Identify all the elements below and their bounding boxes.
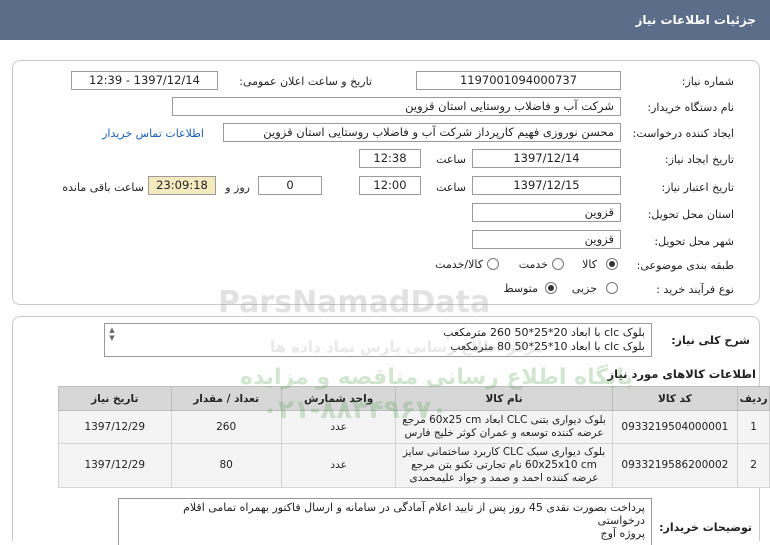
buyer-notes-line-3: پروژه آوج — [600, 527, 645, 540]
items-table: ردیف کد کالا نام کالا واحد شمارش تعداد /… — [58, 386, 770, 488]
days-remaining-field: 0 — [258, 176, 322, 195]
summary-line-2: بلوک clc با ابعاد 10*25*50 80 مترمکعب — [450, 340, 645, 353]
need-number-field: 1197001094000737 — [416, 71, 621, 90]
row-qty: 80 — [170, 443, 282, 488]
col-header-unit: واحد شمارش — [280, 386, 397, 411]
days-and-label: روز و — [225, 181, 250, 194]
items-table-header-row: ردیف کد کالا نام کالا واحد شمارش تعداد /… — [58, 386, 770, 411]
col-header-date: تاریخ نیاز — [58, 386, 172, 411]
col-header-qty: تعداد / مقدار — [170, 386, 282, 411]
announce-datetime-label: تاریخ و ساعت اعلان عمومی: — [239, 75, 372, 88]
city-label: شهر محل تحویل: — [654, 235, 734, 248]
summary-label: شرح کلی نیاز: — [671, 334, 750, 347]
contact-info-link[interactable]: اطلاعات تماس خریدار — [102, 127, 204, 140]
process-label: نوع فرآیند خرید : — [656, 283, 734, 296]
col-header-index: ردیف — [737, 386, 770, 411]
category-goods-radio[interactable] — [606, 258, 618, 270]
process-minor-radio[interactable] — [606, 282, 618, 294]
category-label: طبقه بندی موضوعی: — [636, 259, 734, 272]
validity-date-label: تاریخ اعتبار نیاز: — [661, 181, 734, 194]
items-section-title: اطلاعات کالاهای مورد نیاز — [607, 367, 756, 381]
validity-time-label: ساعت — [436, 181, 466, 194]
category-goods-service-label: کالا/خدمت — [435, 258, 483, 271]
process-minor-label: جزیی — [571, 282, 597, 295]
buyer-notes-box: پرداخت بصورت نقدی 45 روز پس از تایید اعل… — [118, 498, 652, 545]
created-time-field: 12:38 — [359, 149, 421, 168]
province-field: قزوین — [472, 203, 621, 222]
row-unit: عدد — [280, 410, 397, 444]
table-row[interactable]: 1 0933219504000001 بلوک دیواری بتنی CLC … — [58, 410, 770, 444]
category-service-radio[interactable] — [552, 258, 564, 270]
requester-field: محسن نوروزی فهیم کارپرداز شرکت آب و فاضل… — [223, 123, 621, 142]
row-code: 0933219586200002 — [611, 443, 739, 488]
row-name: بلوک دیواری بتنی CLC ابعاد 60x25 cm مرجع… — [395, 410, 613, 444]
row-index: 1 — [737, 410, 770, 444]
table-row[interactable]: 2 0933219586200002 بلوک دیواری سبک CLC ک… — [58, 443, 770, 488]
buyer-org-field: شرکت آب و فاضلاب روستایی استان قزوین — [172, 97, 621, 116]
province-label: استان محل تحویل: — [647, 208, 734, 221]
row-date: 1397/12/29 — [58, 410, 172, 444]
category-service-label: خدمت — [518, 258, 548, 271]
buyer-notes-line-1: پرداخت بصورت نقدی 45 روز پس از تایید اعل… — [183, 501, 645, 514]
summary-textarea[interactable]: ▲ ▼ بلوک clc با ابعاد 20*25*50 260 مترمکع… — [104, 323, 652, 357]
created-date-field: 1397/12/14 — [472, 149, 621, 168]
category-goods-label: کالا — [582, 258, 597, 271]
need-number-label: شماره نیاز: — [681, 75, 734, 88]
announce-datetime-field: 1397/12/14 - 12:39 — [71, 71, 218, 90]
remaining-time-field: 23:09:18 — [148, 176, 216, 195]
process-medium-label: متوسط — [503, 282, 538, 295]
category-goods-service-radio[interactable] — [487, 258, 499, 270]
summary-line-1: بلوک clc با ابعاد 20*25*50 260 مترمکعب — [443, 326, 645, 339]
remaining-time-label: ساعت باقی مانده — [62, 181, 144, 194]
buyer-notes-label: توضیحات خریدار: — [659, 521, 752, 534]
buyer-notes-line-2: درخواستی — [597, 514, 645, 527]
row-index: 2 — [737, 443, 770, 488]
validity-time-field: 12:00 — [359, 176, 421, 195]
validity-date-field: 1397/12/15 — [472, 176, 621, 195]
page-title: جزئیات اطلاعات نیاز — [635, 13, 756, 27]
requester-label: ایجاد کننده درخواست: — [632, 127, 734, 140]
page-header: جزئیات اطلاعات نیاز — [0, 0, 770, 40]
row-qty: 260 — [170, 410, 282, 444]
col-header-code: کد کالا — [611, 386, 739, 411]
scroll-arrows-icon[interactable]: ▲ ▼ — [107, 326, 117, 342]
row-code: 0933219504000001 — [611, 410, 739, 444]
process-medium-radio[interactable] — [545, 282, 557, 294]
buyer-org-label: نام دستگاه خریدار: — [647, 101, 734, 114]
created-date-label: تاریخ ایجاد نیاز: — [664, 153, 734, 166]
col-header-name: نام کالا — [395, 386, 613, 411]
row-date: 1397/12/29 — [58, 443, 172, 488]
row-unit: عدد — [280, 443, 397, 488]
created-time-label: ساعت — [436, 153, 466, 166]
row-name: بلوک دیواری سبک CLC کاربرد ساختمانی سایز… — [395, 443, 613, 488]
city-field: قزوین — [472, 230, 621, 249]
